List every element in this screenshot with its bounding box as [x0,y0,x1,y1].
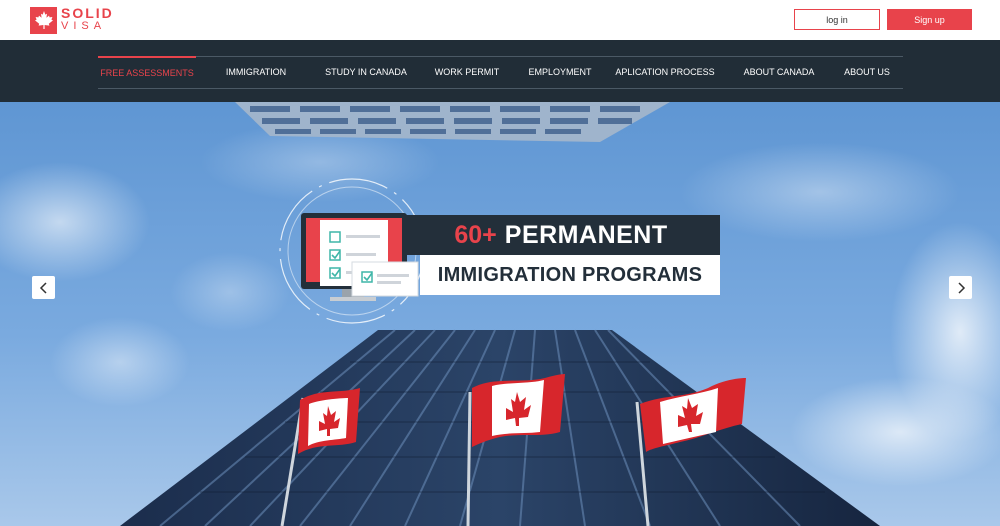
maple-leaf-icon [30,6,57,34]
main-nav: FREE ASSESSMENTS IMMIGRATION STUDY IN CA… [0,40,1000,102]
hero-background-image [0,102,1000,526]
nav-item-about-us[interactable]: ABOUT US [838,56,896,88]
logo-text: SOLID VISA [61,6,114,34]
chevron-right-icon [957,281,965,294]
logo-line-2: VISA [61,20,107,32]
nav-item-free-assessments[interactable]: FREE ASSESSMENTS [98,56,196,88]
chevron-left-icon [39,281,47,294]
nav-item-work-permit[interactable]: WORK PERMIT [428,56,506,88]
nav-item-study-in-canada[interactable]: STUDY IN CANADA [320,56,412,88]
headline-banner: 60+ PERMANENT [402,215,720,255]
top-bar: SOLID VISA log in Sign up [0,0,1000,40]
headline-number: 60+ [454,220,497,249]
headline-text: PERMANENT [504,220,668,249]
nav-item-application-process[interactable]: APLICATION PROCESS [613,56,717,88]
nav-item-employment[interactable]: EMPLOYMENT [524,56,596,88]
slider-next-button[interactable] [949,276,972,299]
nav-items: FREE ASSESSMENTS IMMIGRATION STUDY IN CA… [98,56,903,88]
nav-item-about-canada[interactable]: ABOUT CANADA [738,56,820,88]
signup-button[interactable]: Sign up [887,9,972,30]
nav-item-immigration[interactable]: IMMIGRATION [211,56,301,88]
slider-prev-button[interactable] [32,276,55,299]
hero-slider: 60+ PERMANENT IMMIGRATION PROGRAMS [0,102,1000,526]
login-button[interactable]: log in [794,9,880,30]
logo-line-1: SOLID [61,5,114,21]
subheadline-text: IMMIGRATION PROGRAMS [437,263,703,286]
subheadline-banner: IMMIGRATION PROGRAMS [420,255,720,295]
logo[interactable]: SOLID VISA [30,6,114,34]
nav-divider-bottom [98,88,903,89]
